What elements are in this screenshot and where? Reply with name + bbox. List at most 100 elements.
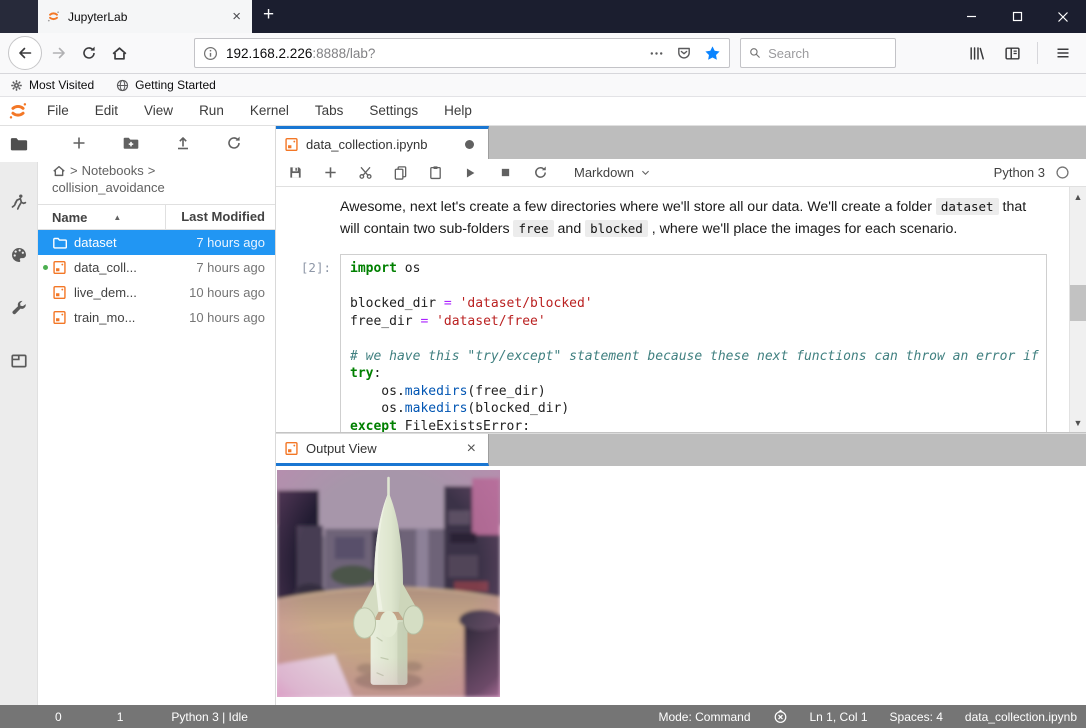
add-cell-button[interactable] [321,164,339,182]
sidebar-tab-filebrowser[interactable] [0,126,38,162]
sidebar-tab-tools[interactable] [0,290,38,326]
run-cell-button[interactable] [461,164,479,182]
column-name[interactable]: Name ▲ [38,210,165,225]
notebook-file-icon [52,285,68,301]
sidebar-tab-commands[interactable] [0,237,38,273]
file-row-live-dem[interactable]: live_dem...10 hours ago [38,280,275,305]
back-button[interactable] [8,36,42,70]
file-row-data-coll[interactable]: data_coll...7 hours ago [38,255,275,280]
menu-file[interactable]: File [34,97,82,125]
browser-tab-title: JupyterLab [68,10,222,24]
kernels-count[interactable]: 1 [117,710,124,724]
breadcrumb-home-icon[interactable] [52,164,66,178]
reload-button[interactable] [74,38,104,68]
home-icon [111,45,128,62]
close-window-button[interactable] [1040,0,1086,33]
page-actions-icon[interactable] [649,46,664,61]
close-tab-icon[interactable]: × [463,441,480,457]
file-row-train-mo[interactable]: train_mo...10 hours ago [38,305,275,330]
markdown-cell[interactable]: Awesome, next let's create a few directo… [340,196,1049,240]
kernel-status[interactable]: Python 3 | Idle [171,710,248,724]
breadcrumb-current[interactable]: collision_avoidance [52,179,165,196]
tab-close-icon[interactable]: × [229,9,244,24]
sidebars-button[interactable] [997,38,1027,68]
new-tab-button[interactable]: + [252,0,285,33]
command-mode-indicator[interactable]: Mode: Command [658,710,750,724]
file-name: live_dem... [74,285,165,300]
kernel-name: Python 3 [994,165,1045,180]
output-view-content [276,466,1086,705]
bookmark-getting-started[interactable]: Getting Started [116,78,216,92]
code-line: free_dir = 'dataset/free' [341,313,1046,331]
cell-type-dropdown[interactable]: Markdown [574,165,651,180]
home-button[interactable] [104,38,134,68]
file-name: dataset [74,235,165,250]
browser-tab-jupyterlab[interactable]: JupyterLab × [38,0,252,33]
maximize-button[interactable] [994,0,1040,33]
menu-help[interactable]: Help [431,97,485,125]
browser-titlebar: JupyterLab × + [0,0,1086,33]
site-info-icon[interactable] [203,46,218,61]
reload-icon [81,45,97,61]
scrollbar-thumb[interactable] [1070,285,1086,321]
sidebar-tab-opentabs[interactable] [0,343,38,379]
bookmark-star-icon[interactable] [704,45,721,62]
upload-icon[interactable] [175,135,191,151]
navbar-separator [1037,42,1038,64]
menu-run[interactable]: Run [186,97,237,125]
notebook-scrollbar[interactable]: ▲ ▼ [1069,187,1086,432]
scroll-down-icon[interactable]: ▼ [1070,415,1086,430]
menu-view[interactable]: View [131,97,186,125]
active-file-name[interactable]: data_collection.ipynb [965,710,1077,724]
status-left: 0 1 Python 3 | Idle [0,710,248,724]
new-folder-icon[interactable] [122,134,140,152]
menu-button[interactable] [1048,38,1078,68]
menu-tabs[interactable]: Tabs [302,97,357,125]
breadcrumb-separator: > [70,162,78,179]
search-input[interactable] [768,46,887,61]
cut-cells-button[interactable] [356,164,374,182]
new-launcher-icon[interactable] [71,135,87,151]
inline-code: free [513,220,553,237]
menu-settings[interactable]: Settings [356,97,431,125]
column-last-modified[interactable]: Last Modified [165,205,275,229]
bookmarks-bar: Most Visited Getting Started [0,74,1086,97]
inline-code: dataset [936,198,999,215]
url-text[interactable]: 192.168.2.226:8888/lab? [226,46,641,61]
file-modified: 7 hours ago [165,235,275,250]
stop-kernel-button[interactable] [496,164,514,182]
restart-kernel-button[interactable] [531,164,549,182]
tab-spaces[interactable]: Spaces: 4 [890,710,943,724]
code-line: # we have this "try/except" statement be… [341,348,1046,366]
code-editor[interactable]: import os blocked_dir = 'dataset/blocked… [340,254,1047,432]
browser-tabstrip: JupyterLab × + [0,0,948,33]
copy-cells-button[interactable] [391,164,409,182]
markdown-text: , where we'll place the images for each … [648,221,957,237]
search-box[interactable] [740,38,896,68]
library-button[interactable] [961,38,991,68]
refresh-icon[interactable] [226,135,242,151]
minimize-button[interactable] [948,0,994,33]
code-cell[interactable]: [2]: import os blocked_dir = 'dataset/bl… [276,254,1069,432]
forward-button[interactable] [44,38,74,68]
menu-edit[interactable]: Edit [82,97,131,125]
trust-indicator-icon[interactable] [773,709,788,724]
scroll-up-icon[interactable]: ▲ [1070,189,1086,204]
notebook-content[interactable]: Awesome, next let's create a few directo… [276,187,1086,433]
notebook-file-icon [52,260,68,276]
paste-cells-button[interactable] [426,164,444,182]
file-row-dataset[interactable]: dataset7 hours ago [38,230,275,255]
kernel-indicator[interactable]: Python 3 [994,165,1076,180]
save-button[interactable] [286,164,304,182]
menu-kernel[interactable]: Kernel [237,97,302,125]
url-bar[interactable]: 192.168.2.226:8888/lab? [194,38,730,68]
tab-data-collection-notebook[interactable]: data_collection.ipynb [276,126,489,159]
breadcrumb-parent[interactable]: Notebooks [82,162,144,179]
cursor-position[interactable]: Ln 1, Col 1 [810,710,868,724]
pocket-icon[interactable] [676,45,692,61]
bookmark-most-visited[interactable]: Most Visited [10,78,94,92]
tab-output-view[interactable]: Output View × [276,434,489,466]
unsaved-changes-icon[interactable] [465,140,474,149]
terminals-count[interactable]: 0 [55,710,62,724]
sidebar-tab-running[interactable] [0,184,38,220]
